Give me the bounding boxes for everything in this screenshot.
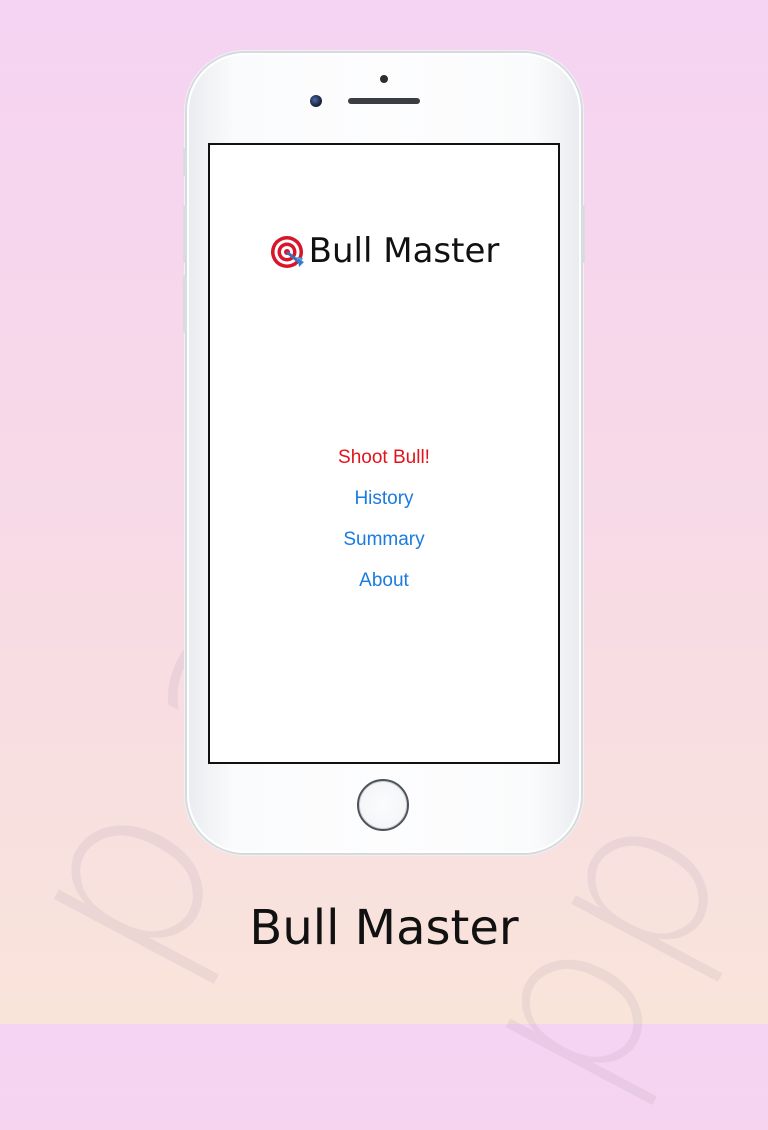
app-title: Bull Master [210, 231, 558, 271]
power-button [581, 205, 585, 263]
summary-button[interactable]: Summary [210, 519, 558, 560]
history-button[interactable]: History [210, 478, 558, 519]
target-dart-icon [270, 236, 304, 268]
app-screen: Bull Master Shoot Bull! History Summary … [208, 143, 560, 764]
shoot-bull-button[interactable]: Shoot Bull! [210, 437, 558, 478]
mute-switch [183, 148, 187, 176]
about-button[interactable]: About [210, 560, 558, 601]
front-camera-icon [310, 95, 322, 107]
main-menu: Shoot Bull! History Summary About [210, 437, 558, 601]
watermark-text: pre [300, 0, 767, 22]
earpiece-speaker [348, 98, 420, 104]
volume-down-button [183, 275, 187, 333]
app-title-text: Bull Master [308, 231, 500, 271]
proximity-sensor [380, 75, 388, 83]
home-button[interactable] [357, 779, 409, 831]
phone-frame: Bull Master Shoot Bull! History Summary … [183, 53, 585, 853]
footer-title: Bull Master [249, 900, 519, 956]
volume-up-button [183, 205, 187, 263]
